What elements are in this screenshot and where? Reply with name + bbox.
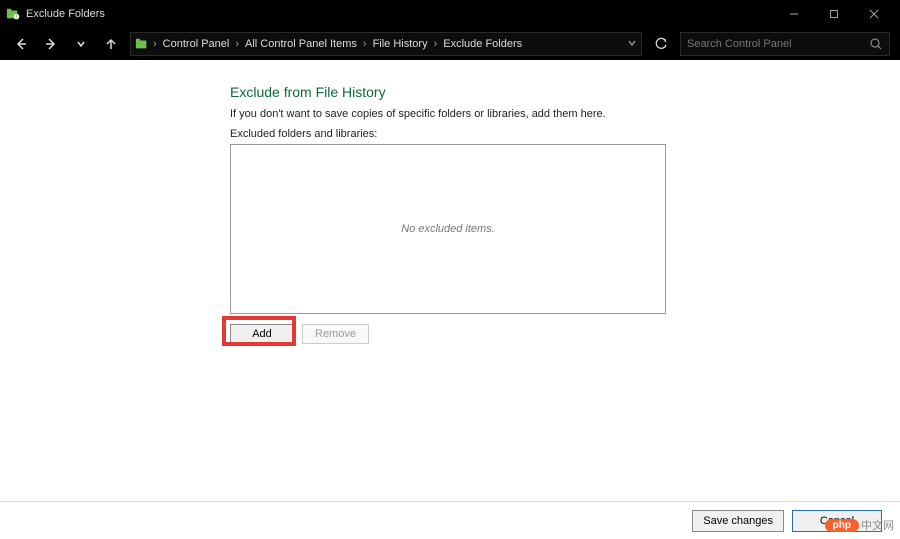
page-subtitle: If you don't want to save copies of spec…: [230, 108, 666, 120]
close-button[interactable]: [854, 2, 894, 26]
content-area: Exclude from File History If you don't w…: [0, 60, 900, 501]
search-icon[interactable]: [869, 37, 883, 51]
address-bar[interactable]: › Control Panel › All Control Panel Item…: [130, 32, 642, 56]
forward-button[interactable]: [40, 33, 62, 55]
search-input[interactable]: [687, 38, 869, 50]
minimize-button[interactable]: [774, 2, 814, 26]
add-button[interactable]: Add: [230, 324, 294, 344]
window-title: Exclude Folders: [26, 8, 774, 20]
breadcrumb-item[interactable]: All Control Panel Items: [243, 38, 359, 50]
watermark-brand: php: [825, 519, 859, 532]
search-box[interactable]: [680, 32, 890, 56]
chevron-right-icon[interactable]: ›: [153, 38, 157, 50]
empty-state-text: No excluded items.: [401, 223, 495, 235]
breadcrumb-item[interactable]: File History: [371, 38, 430, 50]
breadcrumb-item[interactable]: Control Panel: [161, 38, 232, 50]
list-label: Excluded folders and libraries:: [230, 128, 666, 140]
page-title: Exclude from File History: [230, 84, 666, 100]
app-icon: [6, 7, 20, 21]
chevron-right-icon[interactable]: ›: [363, 38, 367, 50]
title-bar: Exclude Folders: [0, 0, 900, 28]
up-button[interactable]: [100, 33, 122, 55]
maximize-button[interactable]: [814, 2, 854, 26]
recent-locations-button[interactable]: [70, 33, 92, 55]
watermark: php 中文网: [825, 517, 894, 533]
chevron-down-icon[interactable]: [627, 38, 637, 51]
watermark-text: 中文网: [861, 517, 894, 533]
chevron-right-icon[interactable]: ›: [235, 38, 239, 50]
back-button[interactable]: [10, 33, 32, 55]
excluded-items-listbox[interactable]: No excluded items.: [230, 144, 666, 314]
navigation-bar: › Control Panel › All Control Panel Item…: [0, 28, 900, 60]
control-panel-icon: [135, 37, 149, 51]
refresh-button[interactable]: [650, 33, 672, 55]
breadcrumb-item[interactable]: Exclude Folders: [441, 38, 524, 50]
remove-button: Remove: [302, 324, 369, 344]
window-controls: [774, 2, 894, 26]
save-changes-button[interactable]: Save changes: [692, 510, 784, 532]
chevron-right-icon[interactable]: ›: [434, 38, 438, 50]
footer-bar: Save changes Cancel: [0, 501, 900, 539]
list-buttons-row: Add Remove: [230, 324, 666, 344]
